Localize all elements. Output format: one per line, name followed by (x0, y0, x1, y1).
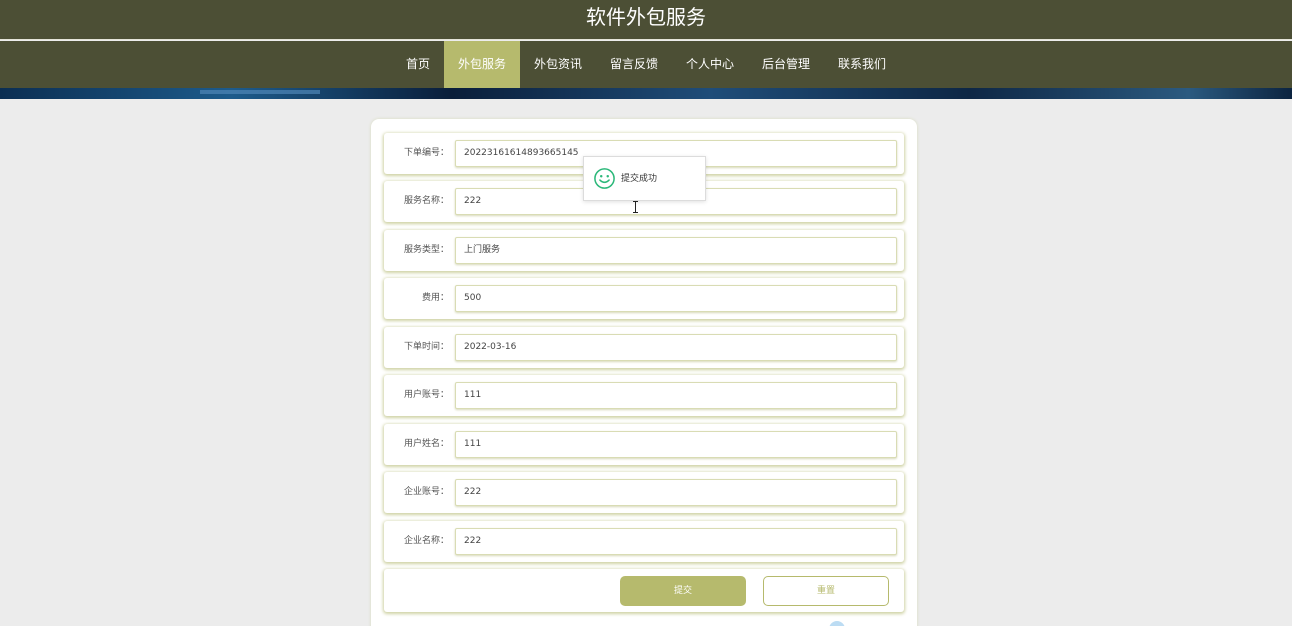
form-row-user-name: 用户姓名： 111 (384, 424, 904, 465)
reset-button[interactable]: 重置 (763, 576, 889, 606)
user-name-field[interactable]: 111 (455, 431, 897, 458)
form-row-company-name: 企业名称： 222 (384, 521, 904, 562)
nav-item-outsourcing-services[interactable]: 外包服务 (443, 41, 520, 88)
company-name-label: 企业名称： (403, 536, 449, 546)
nav-item-admin[interactable]: 后台管理 (748, 41, 824, 88)
service-name-label: 服务名称： (403, 196, 449, 206)
form-row-company-account: 企业账号： 222 (384, 472, 904, 513)
submit-button[interactable]: 提交 (620, 576, 746, 606)
order-number-label: 下单编号： (403, 148, 449, 158)
site-title: 软件外包服务 (0, 0, 1292, 40)
text-cursor-icon (633, 201, 638, 213)
form-row-fee: 费用： 500 (384, 278, 904, 319)
nav-item-personal-center[interactable]: 个人中心 (672, 41, 748, 88)
toast-message: 提交成功 (621, 174, 658, 184)
banner-highlight (200, 90, 320, 94)
service-type-field[interactable]: 上门服务 (455, 237, 897, 264)
company-account-field[interactable]: 222 (455, 479, 897, 506)
form-row-service-type: 服务类型： 上门服务 (384, 230, 904, 271)
banner-image (0, 88, 1292, 99)
company-account-label: 企业账号： (403, 487, 449, 497)
nav-item-feedback[interactable]: 留言反馈 (596, 41, 672, 88)
company-name-field[interactable]: 222 (455, 528, 897, 555)
form-row-order-time: 下单时间： 2022-03-16 (384, 327, 904, 368)
user-account-field[interactable]: 111 (455, 382, 897, 409)
form-actions: 提交 重置 (384, 569, 904, 612)
order-time-field[interactable]: 2022-03-16 (455, 334, 897, 361)
smile-icon (594, 168, 615, 189)
fee-label: 费用： (421, 293, 449, 303)
service-type-label: 服务类型： (403, 245, 449, 255)
order-time-label: 下单时间： (403, 342, 449, 352)
fee-field[interactable]: 500 (455, 285, 897, 312)
user-account-label: 用户账号： (403, 390, 449, 400)
form-row-user-account: 用户账号： 111 (384, 375, 904, 416)
nav-item-contact-us[interactable]: 联系我们 (824, 41, 900, 88)
main-nav: 首页 外包服务 外包资讯 留言反馈 个人中心 后台管理 联系我们 (0, 41, 1292, 88)
user-name-label: 用户姓名： (403, 439, 449, 449)
nav-item-outsourcing-news[interactable]: 外包资讯 (520, 41, 596, 88)
nav-item-home[interactable]: 首页 (392, 41, 444, 88)
success-toast: 提交成功 (583, 156, 706, 201)
